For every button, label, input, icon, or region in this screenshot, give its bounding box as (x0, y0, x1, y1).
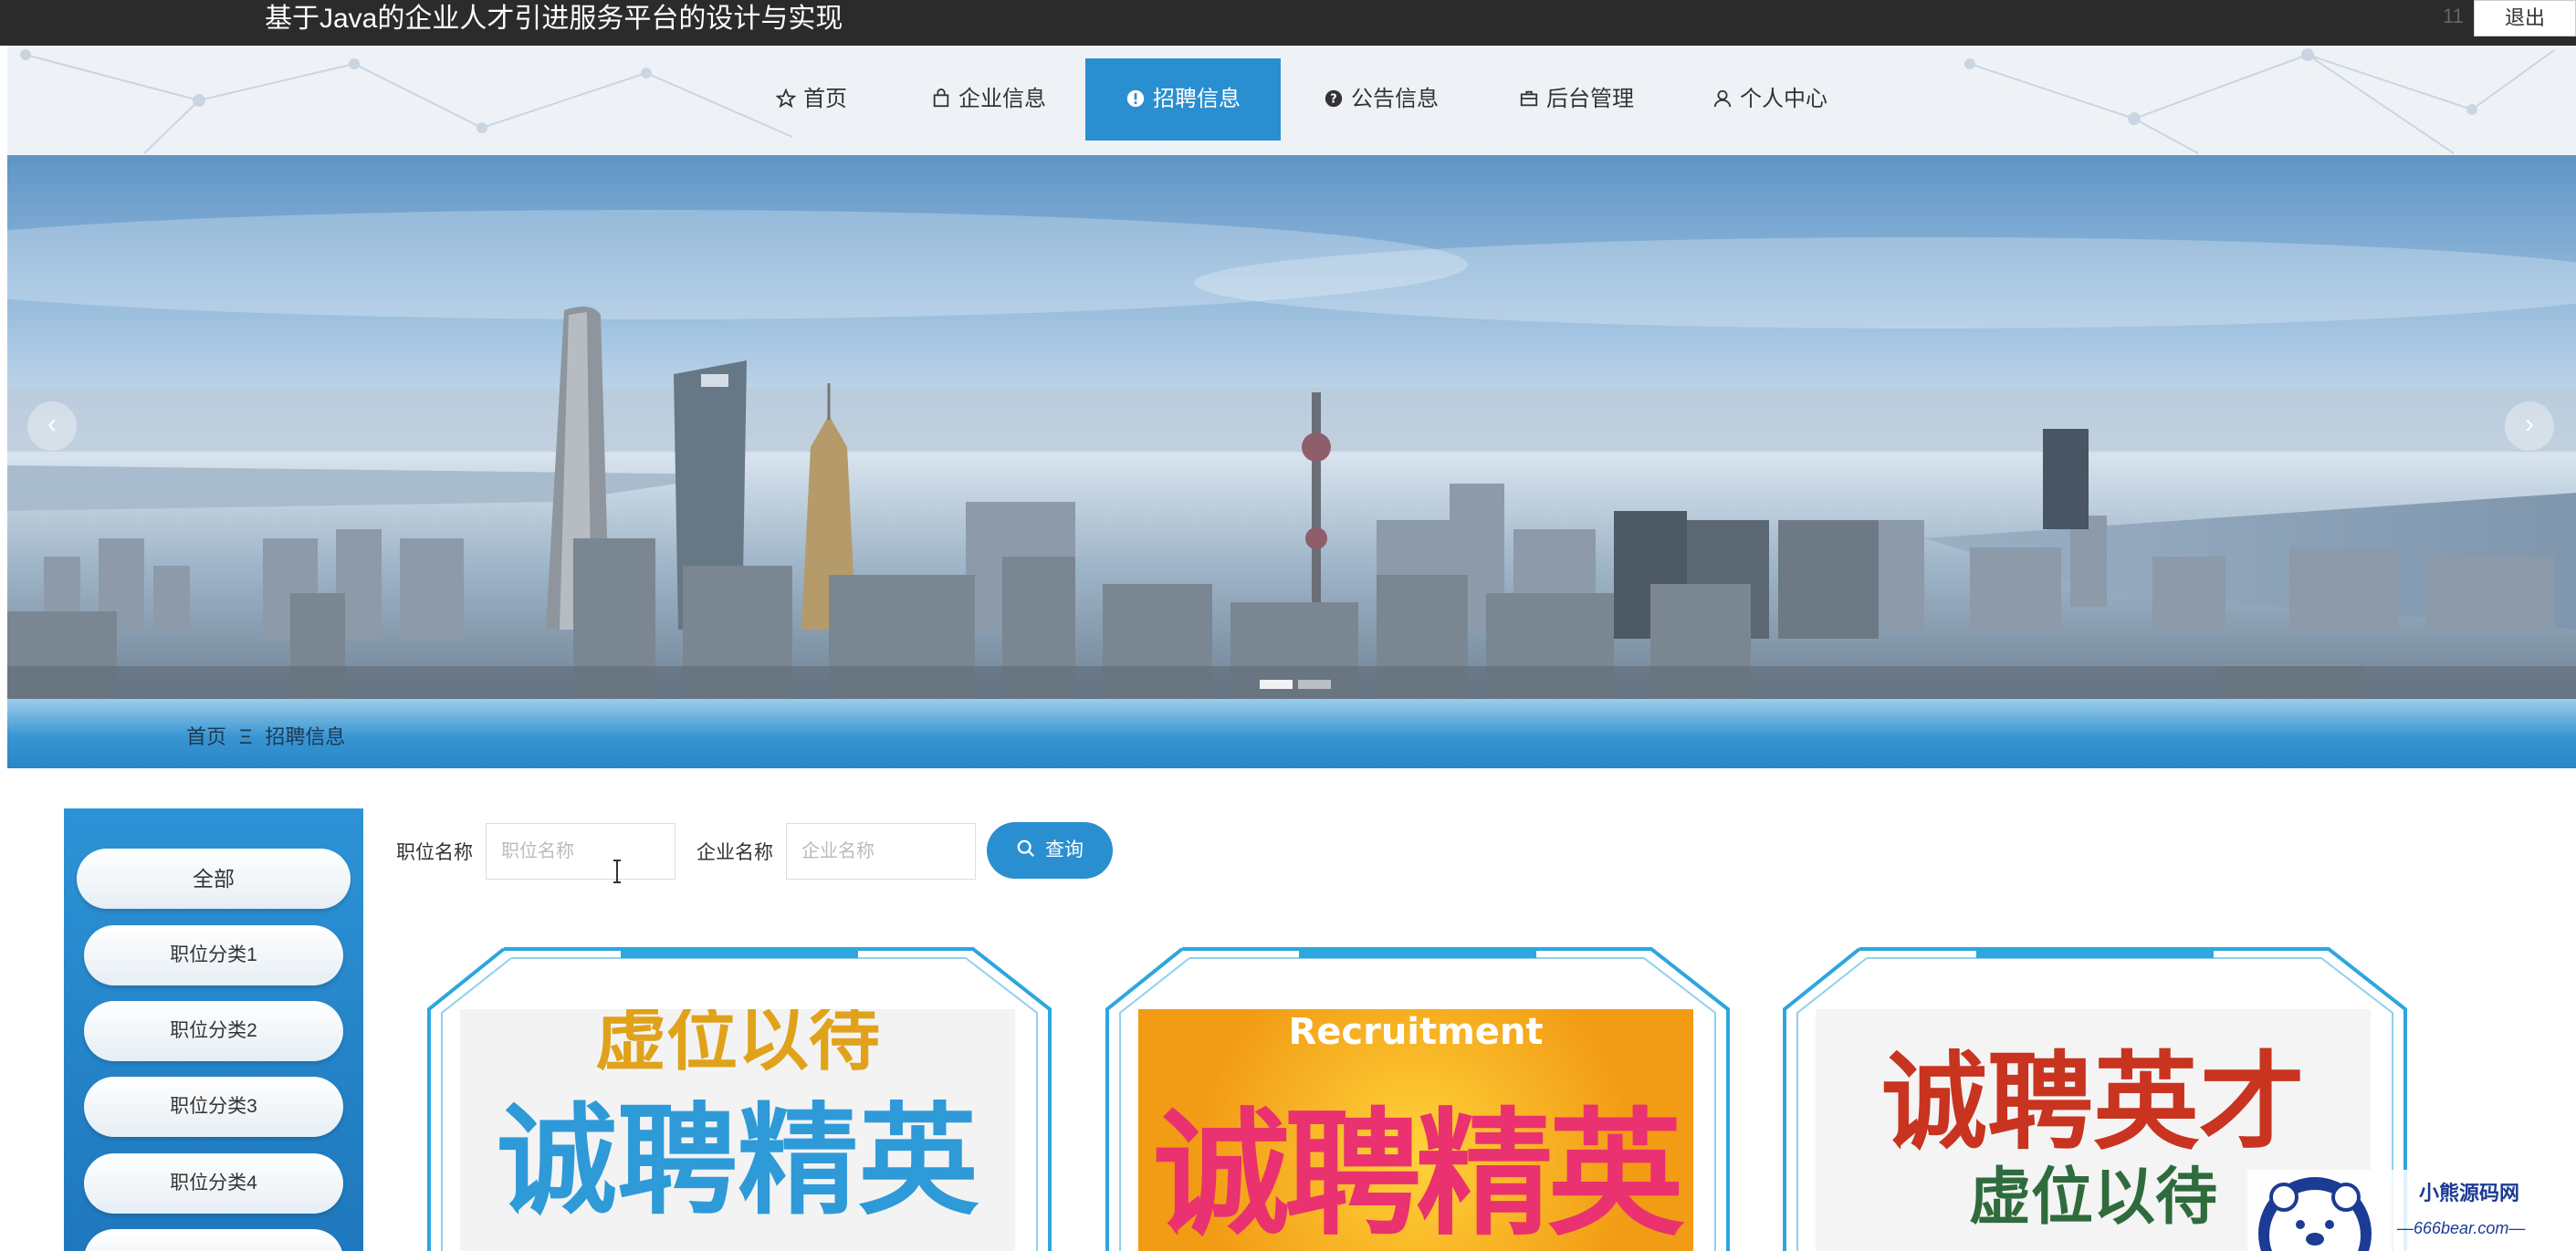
category-item-3[interactable]: 职位分类3 (84, 1077, 343, 1137)
search-button-label: 查询 (1045, 839, 1084, 860)
main-nav: 首页 企业信息 招聘信息 ? 公告信息 后台管理 个人中心 (7, 46, 2576, 155)
nav-admin[interactable]: 后台管理 (1519, 58, 1634, 141)
logout-button[interactable]: 退出 (2474, 0, 2576, 36)
bag-icon (933, 88, 949, 107)
job-poster-image: 虚位以待 诚聘精英 (460, 1009, 1015, 1251)
breadcrumb-band: 首页 Ξ 招聘信息 (7, 699, 2576, 768)
poster-line-1: Recruitment (1288, 1011, 1544, 1053)
nav-announcements-label: 公告信息 (1351, 87, 1439, 111)
breadcrumb-current: 招聘信息 (265, 725, 346, 748)
watermark-url: —666bear.com— (2397, 1219, 2526, 1237)
top-bar: 基于Java的企业人才引进服务平台的设计与实现 11 退出 (0, 0, 2576, 46)
company-name-input[interactable] (786, 823, 976, 880)
carousel-prev-button[interactable]: ‹ (27, 401, 77, 451)
nav-personal-center[interactable]: 个人中心 (1712, 58, 1827, 141)
nav-recruitment-info-label: 招聘信息 (1153, 87, 1241, 111)
search-button[interactable]: 查询 (987, 822, 1113, 879)
breadcrumb-separator: Ξ (239, 725, 253, 748)
svg-text:?: ? (1330, 92, 1336, 106)
position-name-label: 职位名称 (396, 842, 473, 863)
breadcrumb-home[interactable]: 首页 (186, 725, 226, 748)
category-item-1[interactable]: 职位分类1 (84, 925, 343, 985)
poster-line-2: 诚聘精英 (497, 1091, 979, 1232)
carousel-next-button[interactable]: › (2505, 401, 2554, 451)
category-all[interactable]: 全部 (77, 849, 351, 909)
nav-company-info[interactable]: 企业信息 (931, 58, 1046, 141)
carousel-dot-2[interactable] (1298, 680, 1331, 689)
banner-carousel: ‹ › (7, 155, 2576, 703)
search-icon (1017, 840, 1035, 858)
nav-personal-center-label: 个人中心 (1740, 87, 1827, 111)
alert-circle-icon (1126, 89, 1145, 107)
site-title: 基于Java的企业人才引进服务平台的设计与实现 (265, 4, 843, 34)
nav-admin-label: 后台管理 (1546, 87, 1634, 111)
bear-logo-watermark (2247, 1170, 2576, 1251)
user-count: 11 (2443, 5, 2464, 27)
nav-recruitment-info[interactable]: 招聘信息 (1085, 58, 1281, 141)
category-item-2[interactable]: 职位分类2 (84, 1001, 343, 1061)
job-card-2[interactable]: Recruitment 诚聘精英 (1098, 945, 1737, 1251)
nav-home-label: 首页 (803, 87, 847, 111)
network-pattern-background (20, 48, 2555, 154)
category-sidebar: 全部 职位分类1 职位分类2 职位分类3 职位分类4 (64, 808, 363, 1251)
carousel-dot-1[interactable] (1260, 680, 1293, 689)
category-item-5[interactable] (84, 1229, 343, 1251)
breadcrumb: 首页 Ξ 招聘信息 (186, 721, 345, 750)
company-name-label: 企业名称 (696, 842, 773, 863)
poster-line-2: 诚聘精英 (1152, 1096, 1684, 1251)
briefcase-icon (1520, 90, 1538, 106)
nav-home[interactable]: 首页 (776, 58, 847, 141)
category-item-4[interactable]: 职位分类4 (84, 1153, 343, 1214)
text-cursor-icon (613, 860, 621, 883)
question-circle-icon: ? (1325, 89, 1343, 107)
carousel-indicators (1260, 677, 1336, 693)
position-name-input[interactable] (486, 823, 675, 880)
watermark-title: 小熊源码网 (2419, 1182, 2520, 1205)
city-skyline-image (7, 155, 2576, 703)
user-icon (1713, 89, 1732, 107)
job-poster-image: Recruitment 诚聘精英 (1138, 1009, 1693, 1251)
star-icon (776, 88, 796, 108)
job-card-1[interactable]: 虚位以待 诚聘精英 (420, 945, 1059, 1251)
nav-announcements[interactable]: ? 公告信息 (1324, 58, 1439, 141)
nav-company-info-label: 企业信息 (958, 87, 1046, 111)
